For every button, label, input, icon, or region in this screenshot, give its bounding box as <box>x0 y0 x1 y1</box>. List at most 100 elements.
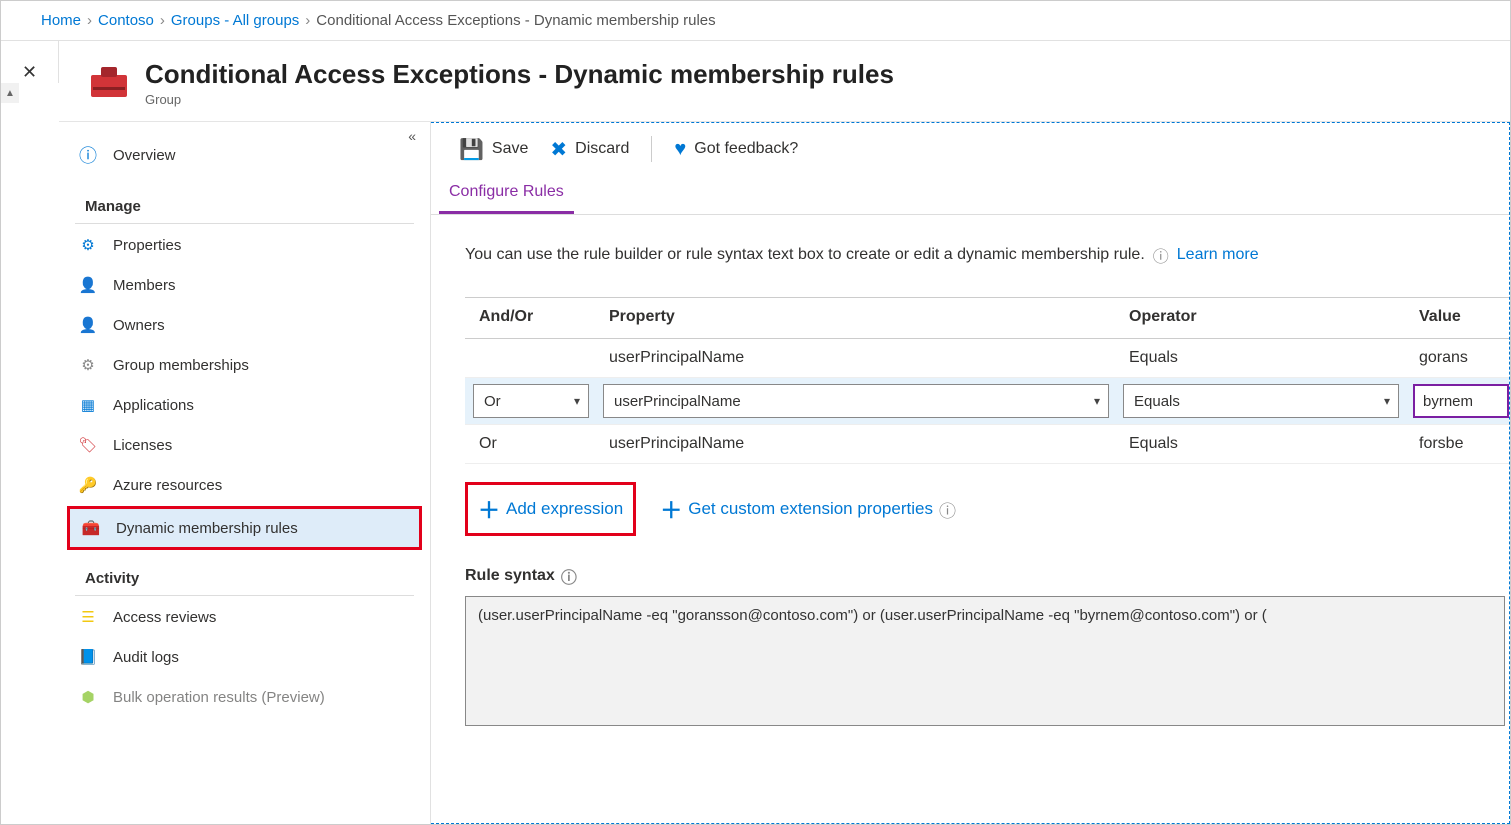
sidebar-item-licenses[interactable]: 🏷 Licenses <box>67 426 422 464</box>
briefcase-icon <box>89 65 129 101</box>
actions-row: ＋ Add expression ＋ Get custom extension … <box>465 482 1509 536</box>
rule-syntax-text: Rule syntax <box>465 567 555 585</box>
breadcrumb-contoso[interactable]: Contoso <box>98 12 154 29</box>
table-row[interactable]: Or userPrincipalName Equals forsbe <box>465 425 1509 464</box>
learn-more-link[interactable]: Learn more <box>1177 246 1259 264</box>
sidebar-item-group-memberships[interactable]: ⚙ Group memberships <box>67 346 422 384</box>
save-icon: 💾 <box>459 137 484 162</box>
breadcrumb-current: Conditional Access Exceptions - Dynamic … <box>316 12 715 29</box>
log-icon: 📘 <box>77 648 99 666</box>
separator <box>651 136 652 162</box>
table-row[interactable]: userPrincipalName Equals gorans <box>465 339 1509 378</box>
sidebar-item-label: Bulk operation results (Preview) <box>113 689 325 706</box>
sidebar-item-access-reviews[interactable]: ☰ Access reviews <box>67 598 422 636</box>
info-icon: ⓘ <box>77 142 99 168</box>
value-text: byrnem <box>1423 393 1473 410</box>
sidebar-item-label: Access reviews <box>113 609 216 626</box>
sidebar-item-label: Owners <box>113 317 165 334</box>
key-icon: 🔑 <box>77 476 99 494</box>
cell-operator: Equals <box>1129 435 1419 453</box>
sidebar-item-bulk-ops[interactable]: ⬢ Bulk operation results (Preview) <box>67 678 422 716</box>
col-property: Property <box>609 308 1129 326</box>
chevron-down-icon: ▾ <box>574 394 580 408</box>
sidebar: « ⓘ Overview Manage ⚙ Properties 👤 Membe… <box>59 122 431 824</box>
sidebar-item-label: Group memberships <box>113 357 249 374</box>
scrollbar-track[interactable]: ▲ <box>1 83 59 103</box>
info-icon[interactable]: ⓘ <box>939 497 956 522</box>
info-icon[interactable]: ⓘ <box>561 564 577 588</box>
page-subtitle: Group <box>145 92 894 107</box>
sidebar-item-applications[interactable]: ▦ Applications <box>67 386 422 424</box>
property-select[interactable]: userPrincipalName ▾ <box>603 384 1109 418</box>
sidebar-item-label: Properties <box>113 237 181 254</box>
chevron-right-icon: › <box>305 12 310 29</box>
value-input[interactable]: byrnem <box>1413 384 1509 418</box>
sidebar-item-label: Audit logs <box>113 649 179 666</box>
close-icon[interactable]: ✕ <box>20 63 40 83</box>
sidebar-item-label: Dynamic membership rules <box>116 520 298 537</box>
scroll-up-icon[interactable]: ▲ <box>1 83 19 103</box>
add-expression-label: Add expression <box>506 499 623 519</box>
left-gutter: ✕ ▲ <box>1 41 59 824</box>
get-custom-properties-button[interactable]: ＋ Get custom extension properties ⓘ <box>650 485 966 533</box>
table-row-active[interactable]: Or ▾ userPrincipalName ▾ <box>465 378 1509 425</box>
discard-icon: ✖ <box>550 137 567 162</box>
intro-message: You can use the rule builder or rule syn… <box>465 246 1145 264</box>
blade-header: Conditional Access Exceptions - Dynamic … <box>59 41 1510 122</box>
cell-value: forsbe <box>1419 435 1509 453</box>
license-icon: 🏷 <box>77 436 99 454</box>
sidebar-item-label: Licenses <box>113 437 172 454</box>
feedback-button[interactable]: ♥ Got feedback? <box>674 138 798 161</box>
chevron-down-icon: ▾ <box>1384 394 1390 408</box>
detail-pane: 💾 Save ✖ Discard ♥ Got feedback? Configu… <box>431 122 1510 824</box>
sidebar-section-manage: Manage <box>75 180 414 224</box>
save-button[interactable]: 💾 Save <box>459 137 528 162</box>
feedback-label: Got feedback? <box>694 140 798 158</box>
info-icon[interactable]: ⓘ <box>1153 243 1169 267</box>
page-title: Conditional Access Exceptions - Dynamic … <box>145 59 894 90</box>
discard-label: Discard <box>575 140 629 158</box>
andor-value: Or <box>484 393 501 410</box>
col-value: Value <box>1419 308 1509 326</box>
tab-bar: Configure Rules <box>431 175 1509 215</box>
cell-andor: Or <box>479 435 609 453</box>
discard-button[interactable]: ✖ Discard <box>550 137 629 162</box>
breadcrumb-home[interactable]: Home <box>41 12 81 29</box>
chevron-down-icon: ▾ <box>1094 394 1100 408</box>
rule-syntax-label: Rule syntax ⓘ <box>465 564 1509 588</box>
briefcase-icon: 🧰 <box>80 519 102 537</box>
sidebar-item-properties[interactable]: ⚙ Properties <box>67 226 422 264</box>
cell-operator: Equals <box>1129 349 1419 367</box>
chevron-right-icon: › <box>87 12 92 29</box>
table-header: And/Or Property Operator Value <box>465 298 1509 339</box>
col-andor: And/Or <box>479 308 609 326</box>
save-label: Save <box>492 140 528 158</box>
sidebar-item-label: Overview <box>113 147 176 164</box>
add-expression-button[interactable]: ＋ Add expression <box>465 482 636 536</box>
plus-icon: ＋ <box>478 493 500 525</box>
sidebar-item-audit-logs[interactable]: 📘 Audit logs <box>67 638 422 676</box>
andor-select[interactable]: Or ▾ <box>473 384 589 418</box>
cell-property: userPrincipalName <box>609 349 1129 367</box>
col-operator: Operator <box>1129 308 1419 326</box>
sidebar-item-overview[interactable]: ⓘ Overview <box>67 132 422 178</box>
breadcrumb: Home › Contoso › Groups - All groups › C… <box>1 1 1510 41</box>
sidebar-item-members[interactable]: 👤 Members <box>67 266 422 304</box>
collapse-sidebar-icon[interactable]: « <box>408 128 416 144</box>
sidebar-item-dynamic-rules[interactable]: 🧰 Dynamic membership rules <box>67 506 422 550</box>
intro-text: You can use the rule builder or rule syn… <box>465 243 1509 267</box>
breadcrumb-groups[interactable]: Groups - All groups <box>171 12 299 29</box>
tab-configure-rules[interactable]: Configure Rules <box>439 175 574 214</box>
owner-icon: 👤 <box>77 316 99 334</box>
sidebar-item-label: Azure resources <box>113 477 222 494</box>
command-bar: 💾 Save ✖ Discard ♥ Got feedback? <box>431 123 1509 175</box>
heart-icon: ♥ <box>674 138 686 161</box>
get-custom-label: Get custom extension properties <box>688 499 933 519</box>
rule-syntax-box[interactable]: (user.userPrincipalName -eq "goransson@c… <box>465 596 1505 726</box>
sidebar-item-azure-resources[interactable]: 🔑 Azure resources <box>67 466 422 504</box>
operator-value: Equals <box>1134 393 1180 410</box>
sidebar-section-activity: Activity <box>75 552 414 596</box>
operator-select[interactable]: Equals ▾ <box>1123 384 1399 418</box>
sidebar-item-owners[interactable]: 👤 Owners <box>67 306 422 344</box>
grid-icon: ▦ <box>77 396 99 414</box>
